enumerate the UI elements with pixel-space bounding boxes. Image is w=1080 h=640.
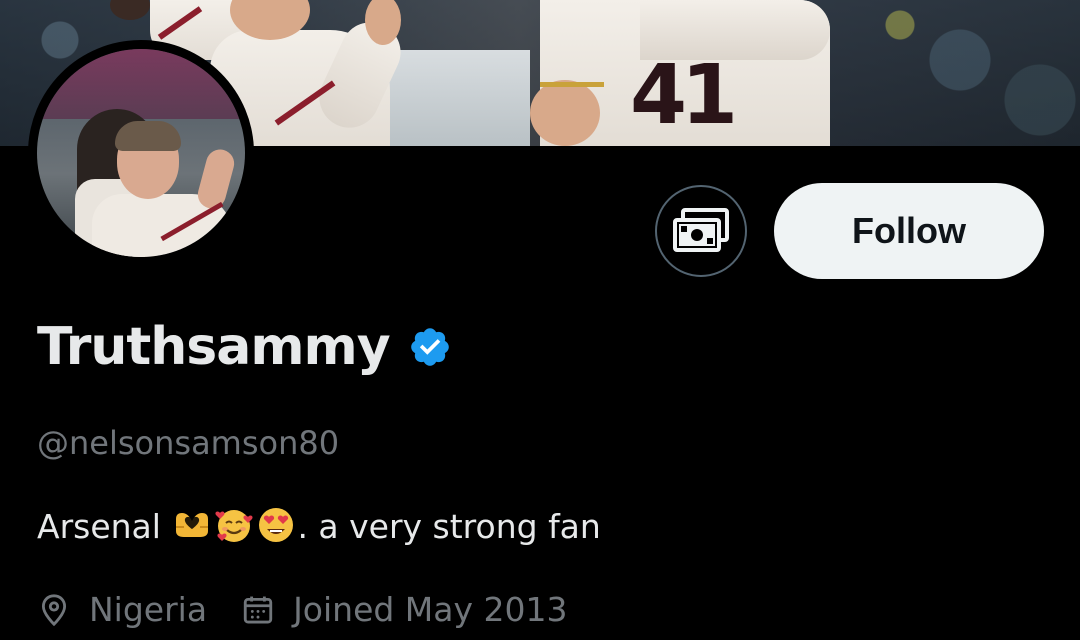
follow-button[interactable]: Follow: [774, 183, 1044, 279]
profile-page: 41 Follow Truthsammy @nelsonsamson80 Ars…: [0, 0, 1080, 640]
avatar-background: [37, 49, 245, 119]
avatar-photo: [37, 49, 245, 257]
money-icon: [673, 208, 729, 252]
bio-text: . a very strong fan: [297, 507, 601, 546]
location-text: Nigeria: [89, 590, 208, 629]
banner-player-hand: [530, 80, 600, 146]
display-name: Truthsammy: [37, 317, 391, 377]
profile-bio: Arsenal . a very strong fan: [37, 505, 601, 546]
heart-hands-emoji: [176, 513, 209, 537]
calendar-icon: [243, 596, 273, 623]
smiling-face-with-hearts-emoji: [215, 510, 253, 542]
joined-item: Joined May 2013: [241, 590, 568, 629]
banner-jersey-number: 41: [630, 48, 738, 143]
avatar-player-hair: [115, 121, 181, 151]
avatar-player-hand: [194, 146, 238, 212]
heart-eyes-emoji: [259, 508, 294, 542]
banner-jersey-stripe: [540, 82, 604, 87]
joined-text: Joined May 2013: [293, 590, 568, 629]
subscribe-button[interactable]: [655, 185, 747, 277]
bio-text: Arsenal: [37, 507, 172, 546]
profile-avatar[interactable]: [28, 40, 254, 266]
location-item: Nigeria: [37, 590, 207, 629]
verified-badge-icon[interactable]: [408, 325, 452, 369]
profile-meta: Nigeria Joined May 2013: [37, 590, 602, 629]
location-pin-icon: [41, 593, 67, 626]
profile-handle: @nelsonsamson80: [37, 424, 340, 462]
profile-name-row: Truthsammy: [37, 314, 452, 380]
